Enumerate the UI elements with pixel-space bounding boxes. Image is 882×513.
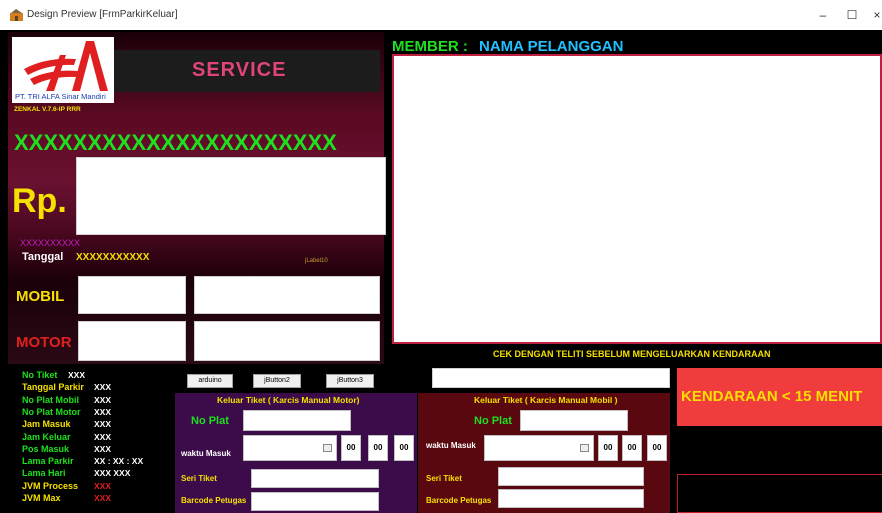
window-title: Design Preview [FrmParkirKeluar]	[27, 9, 178, 20]
member-name: NAMA PELANGGAN	[479, 38, 624, 55]
status-box	[677, 474, 882, 513]
ticket-banner: XXXXXXXXXXXXXXXXXXXXXX	[14, 130, 337, 155]
info-label: No Plat Motor	[22, 406, 81, 417]
logo-mark-icon	[24, 41, 108, 91]
info-value: XXX	[94, 431, 112, 442]
info-label: Tanggal Parkir	[22, 382, 84, 393]
manual-car-panel: Keluar Tiket ( Karcis Manual Mobil ) No …	[418, 393, 670, 513]
manual-motor-panel: Keluar Tiket ( Karcis Manual Motor) No P…	[175, 393, 417, 513]
mobil-label: MOBIL	[16, 288, 65, 305]
mobil-tariff-box	[194, 276, 380, 314]
car-no-plat-input[interactable]	[520, 410, 628, 431]
company-logo: PT. TRI ALFA Sinar Mandiri	[12, 37, 114, 103]
service-label: SERVICE	[192, 59, 287, 81]
member-label: MEMBER :	[392, 38, 468, 55]
motor-label: MOTOR	[16, 334, 72, 351]
info-value: XXX	[94, 480, 112, 491]
info-value: XX : XX : XX	[94, 456, 144, 467]
tanggal-label: Tanggal	[22, 251, 64, 263]
window-titlebar: Design Preview [FrmParkirKeluar] – ☐ ×	[0, 0, 882, 30]
motor-seri-label: Seri Tiket	[181, 474, 217, 483]
info-label: Lama Parkir	[22, 456, 74, 467]
tanggal-value: XXXXXXXXXXX	[76, 252, 150, 263]
info-value: XXX	[94, 382, 112, 393]
amount-display	[76, 157, 386, 235]
info-value: XXX	[94, 443, 112, 454]
motor-no-plat-input[interactable]	[243, 410, 351, 431]
info-value: XXX	[94, 419, 112, 430]
car-no-plat-label: No Plat	[474, 415, 512, 427]
info-label: JVM Process	[22, 480, 79, 491]
minimize-button[interactable]: –	[816, 8, 830, 22]
close-button[interactable]: ×	[870, 8, 882, 22]
motor-barcode-input[interactable]	[251, 492, 379, 511]
car-minute-input[interactable]: 00	[622, 435, 642, 461]
car-seri-label: Seri Tiket	[426, 474, 462, 483]
company-name: PT. TRI ALFA Sinar Mandiri	[15, 92, 106, 101]
info-label: Jam Keluar	[22, 431, 71, 442]
car-hour-input[interactable]: 00	[598, 435, 618, 461]
check-notice: CEK DENGAN TELITI SEBELUM MENGELUARKAN K…	[493, 349, 771, 359]
motor-barcode-label: Barcode Petugas	[181, 496, 247, 505]
info-label: No Plat Mobil	[22, 394, 79, 405]
car-barcode-input[interactable]	[498, 489, 644, 508]
car-panel-title: Keluar Tiket ( Karcis Manual Mobil )	[474, 395, 618, 405]
motor-no-plat-label: No Plat	[191, 415, 229, 427]
car-barcode-label: Barcode Petugas	[426, 496, 492, 505]
magenta-placeholder: XXXXXXXXXX	[20, 238, 81, 248]
info-value: XXX	[68, 370, 86, 380]
currency-label: Rp.	[12, 182, 67, 220]
exit-input[interactable]	[432, 368, 670, 388]
calendar-icon[interactable]	[323, 444, 332, 452]
info-value: XXX	[94, 493, 112, 503]
calendar-icon[interactable]	[580, 444, 589, 452]
motor-tariff-box	[194, 321, 380, 361]
jbutton2[interactable]: jButton2	[253, 374, 301, 388]
warning-text: KENDARAAN < 15 MENIT	[681, 388, 863, 405]
info-label: Jam Masuk	[22, 419, 71, 430]
jbutton3[interactable]: jButton3	[326, 374, 374, 388]
info-value: XXX	[94, 406, 112, 417]
car-seri-input[interactable]	[498, 467, 644, 486]
info-label: No Tiket	[22, 370, 58, 380]
motor-count-box	[78, 321, 186, 361]
service-banner: SERVICE	[114, 50, 380, 92]
info-label: JVM Max	[22, 493, 61, 503]
arduino-button[interactable]: arduino	[187, 374, 233, 388]
motor-second-input[interactable]: 00	[394, 435, 414, 461]
car-second-input[interactable]: 00	[647, 435, 667, 461]
motor-hour-input[interactable]: 00	[341, 435, 361, 461]
motor-minute-input[interactable]: 00	[368, 435, 388, 461]
car-date-input[interactable]	[484, 435, 594, 461]
motor-seri-input[interactable]	[251, 469, 379, 488]
mobil-count-box	[78, 276, 186, 314]
info-value: XXX	[94, 394, 112, 405]
info-value: XXX XXX	[94, 468, 131, 479]
member-photo-area	[392, 54, 882, 344]
info-label: Lama Hari	[22, 468, 66, 479]
jlabel10: jLabel10	[305, 258, 328, 264]
maximize-button[interactable]: ☐	[845, 8, 859, 22]
warning-banner: KENDARAAN < 15 MENIT	[677, 368, 882, 426]
info-label: Pos Masuk	[22, 443, 70, 454]
car-waktu-label: waktu Masuk	[426, 441, 476, 450]
version-label: ZENKAL V.7.6-IP RRR	[14, 106, 81, 113]
motor-panel-title: Keluar Tiket ( Karcis Manual Motor)	[217, 395, 360, 405]
motor-waktu-label: waktu Masuk	[181, 449, 231, 458]
app-icon	[10, 9, 23, 21]
